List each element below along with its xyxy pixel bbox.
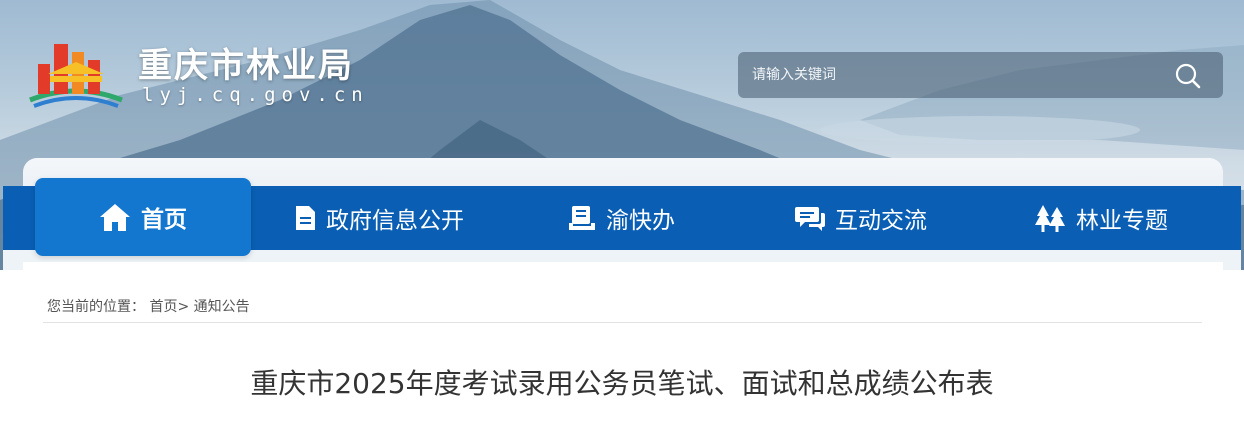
nav-item-home[interactable]: 首页 [35, 178, 251, 256]
site-domain: lyj.cq.gov.cn [142, 84, 369, 106]
nav-item-forestry-topics[interactable]: 林业专题 [1034, 186, 1168, 250]
site-logo [29, 44, 123, 108]
service-book-icon [569, 206, 595, 230]
breadcrumb-current-link[interactable]: 通知公告 [194, 299, 250, 315]
breadcrumb-prefix: 您当前的位置： [47, 299, 145, 315]
nav-item-label: 政府信息公开 [326, 208, 464, 234]
nav-item-gov-info[interactable]: 政府信息公开 [294, 186, 464, 250]
nav-item-label: 渝快办 [606, 208, 675, 234]
site-title[interactable]: 重庆市林业局 [138, 38, 354, 87]
search-icon[interactable] [1174, 62, 1202, 90]
nav-item-label: 互动交流 [835, 208, 927, 234]
chat-icon [795, 207, 825, 231]
trees-icon [1035, 205, 1065, 232]
search-box [738, 52, 1223, 98]
article-title: 重庆市2025年度考试录用公务员笔试、面试和总成绩公布表 [250, 367, 994, 400]
nav-item-label: 首页 [141, 207, 187, 233]
home-icon [100, 204, 130, 231]
breadcrumb-separator: > [177, 299, 190, 315]
search-input[interactable] [752, 64, 1152, 86]
nav-item-interaction[interactable]: 互动交流 [795, 186, 927, 250]
breadcrumb: 您当前的位置： 首页> 通知公告 [47, 296, 250, 316]
nav-item-yukuaiban[interactable]: 渝快办 [568, 186, 675, 250]
breadcrumb-divider [43, 322, 1202, 323]
nav-item-label: 林业专题 [1076, 208, 1168, 234]
document-icon [296, 206, 315, 230]
breadcrumb-home-link[interactable]: 首页 [149, 299, 177, 315]
